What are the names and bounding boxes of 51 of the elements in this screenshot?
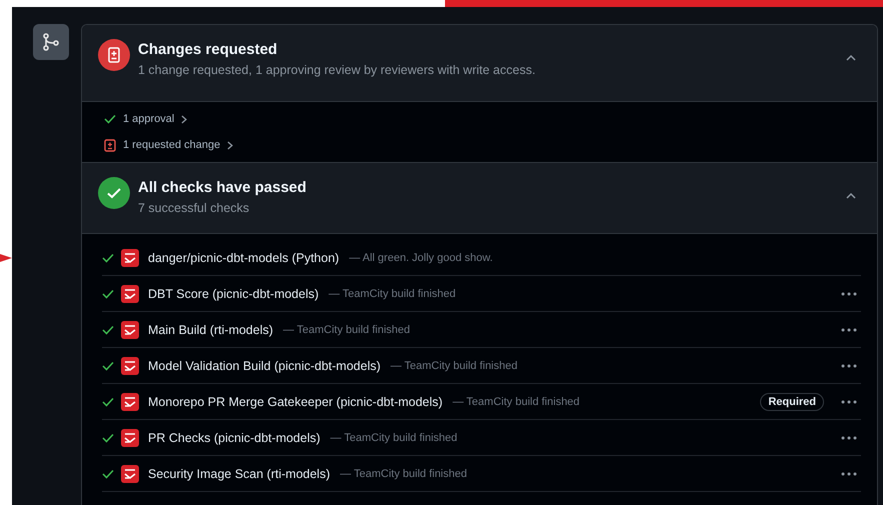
check-name[interactable]: Security Image Scan (rti-models)	[148, 466, 330, 480]
check-description: — TeamCity build finished	[452, 396, 580, 408]
check-name[interactable]: PR Checks (picnic-dbt-models)	[148, 430, 320, 444]
app-logo-icon	[121, 464, 139, 482]
section-subtitle: 7 successful checks	[138, 201, 250, 215]
app-logo-icon	[121, 356, 139, 374]
chevron-up-icon[interactable]	[845, 191, 857, 199]
more-options-icon[interactable]	[841, 364, 857, 368]
check-description: — TeamCity build finished	[283, 324, 410, 336]
check-name[interactable]: Model Validation Build (picnic-dbt-models)	[148, 358, 381, 372]
check-icon	[102, 468, 114, 478]
more-options-icon[interactable]	[841, 328, 857, 332]
check-icon	[104, 114, 116, 124]
chevron-up-icon[interactable]	[845, 53, 857, 61]
check-name[interactable]: DBT Score (picnic-dbt-models)	[148, 286, 319, 300]
chevron-right-icon	[181, 114, 188, 124]
merge-icon	[32, 24, 68, 60]
section-title: Changes requested	[138, 41, 278, 58]
app-logo-icon	[121, 428, 139, 446]
app-logo-icon	[121, 320, 139, 338]
section-subtitle: 1 change requested, 1 approving review by reviewers with write access.	[138, 63, 536, 77]
app-logo-icon	[121, 248, 139, 266]
app-logo-icon	[121, 284, 139, 302]
required-badge: Required	[760, 392, 824, 410]
more-options-icon[interactable]	[841, 436, 857, 440]
check-icon	[102, 288, 114, 298]
section-title: All checks have passed	[138, 179, 308, 196]
check-circle-icon	[98, 177, 130, 209]
check-description: — TeamCity build finished	[328, 288, 456, 300]
check-name[interactable]: Main Build (rti-models)	[148, 322, 274, 336]
check-icon	[102, 252, 114, 262]
file-diff-icon	[98, 39, 130, 71]
more-options-icon[interactable]	[841, 292, 857, 296]
app-logo-icon	[121, 392, 139, 410]
check-name[interactable]: Monorepo PR Merge Gatekeeper (picnic-dbt-models)	[148, 394, 443, 408]
arrow-icon	[0, 252, 12, 264]
check-name[interactable]: danger/picnic-dbt-models (Python)	[148, 250, 340, 264]
check-icon	[102, 396, 114, 406]
check-icon	[102, 360, 114, 370]
more-options-icon[interactable]	[841, 400, 857, 404]
chevron-right-icon	[227, 140, 234, 150]
check-description: — TeamCity build finished	[330, 432, 458, 444]
check-icon	[102, 324, 114, 334]
more-options-icon[interactable]	[841, 472, 857, 476]
review-link[interactable]: 1 requested change	[123, 139, 220, 151]
check-description: — TeamCity build finished	[390, 360, 518, 372]
review-link[interactable]: 1 approval	[123, 113, 174, 125]
check-icon	[102, 432, 114, 442]
check-description: — All green. Jolly good show.	[349, 252, 493, 264]
file-diff-icon	[104, 138, 116, 152]
check-description: — TeamCity build finished	[340, 468, 467, 480]
